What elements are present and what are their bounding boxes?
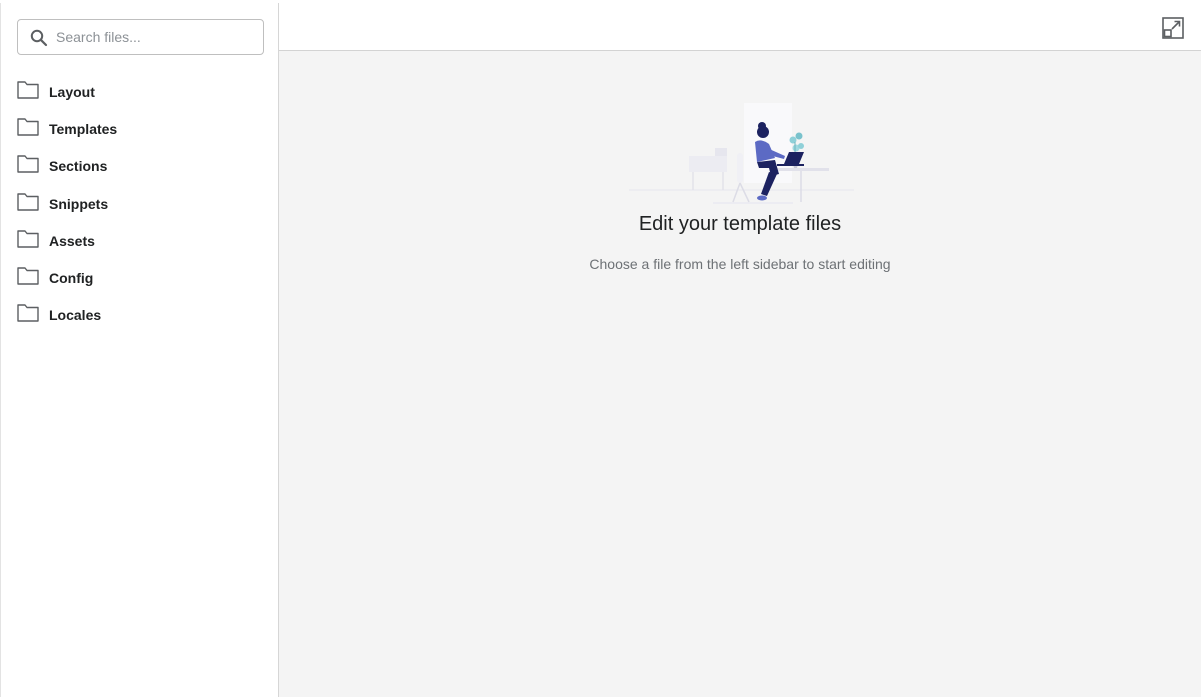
- folder-item-snippets[interactable]: Snippets: [1, 182, 279, 219]
- folder-label: Layout: [49, 84, 95, 100]
- folder-label: Locales: [49, 307, 102, 324]
- editor-toolbar: [279, 3, 1201, 51]
- folder-icon: [17, 267, 39, 285]
- folder-label: Templates: [49, 121, 118, 138]
- folder-label: Sections: [49, 158, 108, 175]
- folder-item-config[interactable]: Config: [1, 256, 279, 293]
- folder-label: Assets: [49, 232, 95, 249]
- expand-icon[interactable]: [1162, 17, 1184, 39]
- search-icon: [30, 29, 48, 47]
- folder-icon: [17, 81, 39, 99]
- folder-item-templates[interactable]: Templates: [1, 107, 279, 144]
- search-box[interactable]: [17, 19, 264, 55]
- editor-area: Edit your template files Choose a file f…: [279, 3, 1201, 697]
- folder-item-sections[interactable]: Sections: [1, 144, 279, 181]
- code-editor-app: Layout Templates Sections Snippets: [0, 0, 1201, 697]
- file-sidebar: Layout Templates Sections Snippets: [0, 3, 279, 697]
- folder-item-locales[interactable]: Locales: [1, 293, 279, 330]
- search-input[interactable]: [56, 27, 252, 47]
- folder-list: Layout Templates Sections Snippets Asset…: [1, 70, 279, 330]
- person-working-illustration: [629, 103, 854, 204]
- folder-label: Config: [49, 269, 94, 286]
- folder-item-layout[interactable]: Layout: [1, 70, 279, 107]
- folder-icon: [17, 118, 39, 136]
- folder-icon: [17, 192, 39, 211]
- folder-label: Snippets: [49, 195, 109, 212]
- folder-icon: [17, 230, 39, 248]
- folder-item-assets[interactable]: Assets: [1, 219, 279, 256]
- empty-state-subtitle: Choose a file from the left sidebar to s…: [589, 256, 891, 272]
- folder-icon: [17, 304, 39, 322]
- folder-icon: [17, 155, 39, 174]
- empty-state-title: Edit your template files: [638, 213, 842, 235]
